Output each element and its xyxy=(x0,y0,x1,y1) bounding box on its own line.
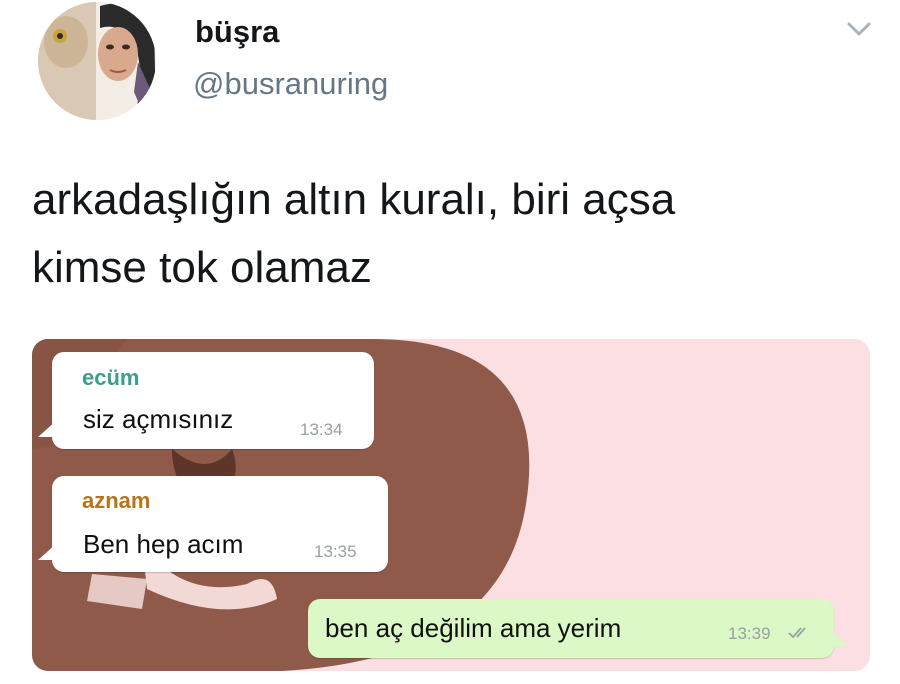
chevron-down-icon xyxy=(847,22,871,36)
chat-bubble-outgoing: ben aç değilim ama yerim 13:39 xyxy=(308,599,848,658)
user-handle[interactable]: @busranuring xyxy=(193,66,388,102)
message-time: 13:35 xyxy=(314,542,357,561)
more-options-button[interactable] xyxy=(842,16,876,42)
double-check-icon xyxy=(788,627,806,639)
message-time: 13:34 xyxy=(300,420,343,439)
message-text: Ben hep acım xyxy=(83,529,244,559)
chat-bubble-incoming: ecüm siz açmısınız 13:34 xyxy=(38,352,374,449)
avatar[interactable] xyxy=(38,2,156,120)
tweet-text: arkadaşlığın altın kuralı, biri açsa kim… xyxy=(32,166,872,302)
display-name[interactable]: büşra xyxy=(195,14,279,50)
message-text: ben aç değilim ama yerim xyxy=(325,613,622,643)
tweet-text-line: arkadaşlığın altın kuralı, biri açsa xyxy=(32,175,676,224)
message-time: 13:39 xyxy=(728,624,771,643)
sender-name: aznam xyxy=(82,488,151,513)
tweet-text-line: kimse tok olamaz xyxy=(32,243,372,292)
message-text: siz açmısınız xyxy=(83,404,234,434)
avatar-image xyxy=(38,2,156,120)
chat-bubble-incoming: aznam Ben hep acım 13:35 xyxy=(38,476,388,572)
sender-name: ecüm xyxy=(82,365,140,390)
tweet-media-image[interactable]: ecüm siz açmısınız 13:34 aznam Ben hep a… xyxy=(32,339,870,671)
